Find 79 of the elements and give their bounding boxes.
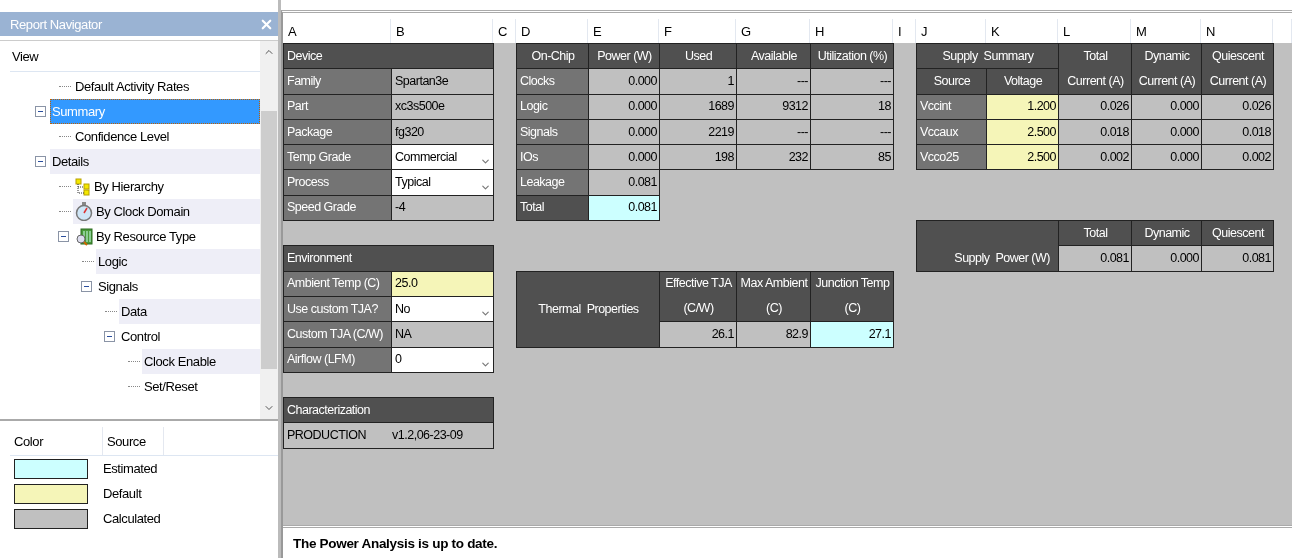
row-label: Ambient Temp (C): [283, 270, 392, 297]
column-header: Available: [736, 43, 811, 70]
tree-item[interactable]: By Clock Domain: [73, 199, 260, 224]
legend-label: Calculated: [103, 511, 161, 526]
tree-item[interactable]: By Resource Type: [73, 224, 260, 249]
tree-item[interactable]: Default Activity Rates: [73, 74, 260, 99]
legend-label: Default: [103, 486, 142, 501]
row-label: Custom TJA (C/W): [283, 321, 392, 348]
section-header: Environment: [283, 245, 494, 272]
tree-item[interactable]: Logic: [96, 249, 260, 274]
table-cell: 85: [810, 144, 894, 171]
tree-item[interactable]: Control: [119, 324, 260, 349]
row-label: Part: [283, 93, 392, 120]
expand-toggle[interactable]: [35, 156, 46, 167]
expand-toggle[interactable]: [58, 231, 69, 242]
table-cell: 0.081: [1201, 245, 1274, 272]
column-header: On-Chip: [516, 43, 589, 70]
column-header: Max Ambient (C): [736, 270, 811, 323]
tree-item[interactable]: Clock Enable: [142, 349, 260, 374]
column-header: Total: [1058, 220, 1132, 247]
row-label: Speed Grade: [283, 194, 392, 222]
column-header: Source: [916, 68, 987, 95]
stopwatch-icon: [75, 202, 93, 221]
input-field[interactable]: 2.500: [986, 144, 1059, 171]
scrollbar[interactable]: [260, 41, 278, 419]
table-cell: -4: [391, 194, 494, 222]
column-header: Dynamic: [1131, 220, 1202, 247]
tree-item[interactable]: Set/Reset: [142, 374, 260, 399]
section-header: Device: [283, 43, 494, 70]
column-header: Dynamic Current (A): [1131, 43, 1202, 95]
scroll-thumb[interactable]: [261, 111, 277, 369]
row-label: Airflow (LFM): [283, 346, 392, 373]
expand-toggle[interactable]: [81, 281, 92, 292]
dropdown-field[interactable]: 0: [391, 346, 494, 373]
table-title: Supply Summary: [916, 43, 1059, 70]
row-label: Process: [283, 169, 392, 196]
column-header: Utilization (%): [810, 43, 894, 70]
column-header: Quiescent: [1201, 220, 1274, 247]
row-label: Vccint: [916, 93, 987, 120]
dropdown-field[interactable]: Typical: [391, 169, 494, 196]
input-field[interactable]: 25.0: [391, 270, 494, 297]
column-header: Quiescent Current (A): [1201, 43, 1274, 95]
expand-toggle[interactable]: [35, 106, 46, 117]
row-label: Family: [283, 68, 392, 95]
table-cell: 0.002: [1201, 144, 1274, 171]
row-label: IOs: [516, 144, 589, 171]
row-label: Temp Grade: [283, 144, 392, 171]
column-header: Total Current (A): [1058, 43, 1132, 95]
column-header: Voltage: [986, 68, 1059, 95]
row-label: Vcco25: [916, 144, 987, 171]
row-label: Total: [516, 194, 589, 222]
table-title: Thermal Properties: [516, 270, 660, 348]
status-text: PRODUCTION: [287, 427, 367, 445]
column-header: Power (W): [588, 43, 660, 70]
dropdown-field[interactable]: Commercial: [391, 144, 494, 171]
tree-item[interactable]: Details: [50, 149, 260, 174]
version-text: v1.2,06-23-09: [392, 427, 463, 445]
hierarchy-icon: [75, 177, 91, 196]
tree-item[interactable]: Confidence Level: [73, 124, 260, 149]
legend-label: Estimated: [103, 461, 158, 476]
input-field[interactable]: 1.200: [986, 93, 1059, 120]
status-message: The Power Analysis is up to date.: [283, 525, 1292, 558]
expand-toggle[interactable]: [104, 331, 115, 342]
tree-item[interactable]: Data: [119, 299, 260, 324]
row-label: Leakage: [516, 169, 589, 196]
column-header: Color: [10, 427, 103, 455]
section-header: Characterization: [283, 397, 494, 424]
table-title: Supply Power (W): [916, 220, 1059, 272]
tree-item[interactable]: By Hierarchy: [73, 174, 260, 199]
table-cell: 27.1: [810, 321, 894, 348]
column-header: Source: [103, 427, 164, 455]
table-cell: 0.081: [588, 194, 660, 222]
column-header: Used: [659, 43, 737, 70]
row-label: Clocks: [516, 68, 589, 95]
column-header: Effective TJA (C/W): [659, 270, 737, 323]
column-header: Junction Temp (C): [810, 270, 894, 323]
tree-item[interactable]: Signals: [96, 274, 260, 299]
row-label: Logic: [516, 93, 589, 120]
panel-title-bar: Report Navigator: [0, 12, 278, 36]
